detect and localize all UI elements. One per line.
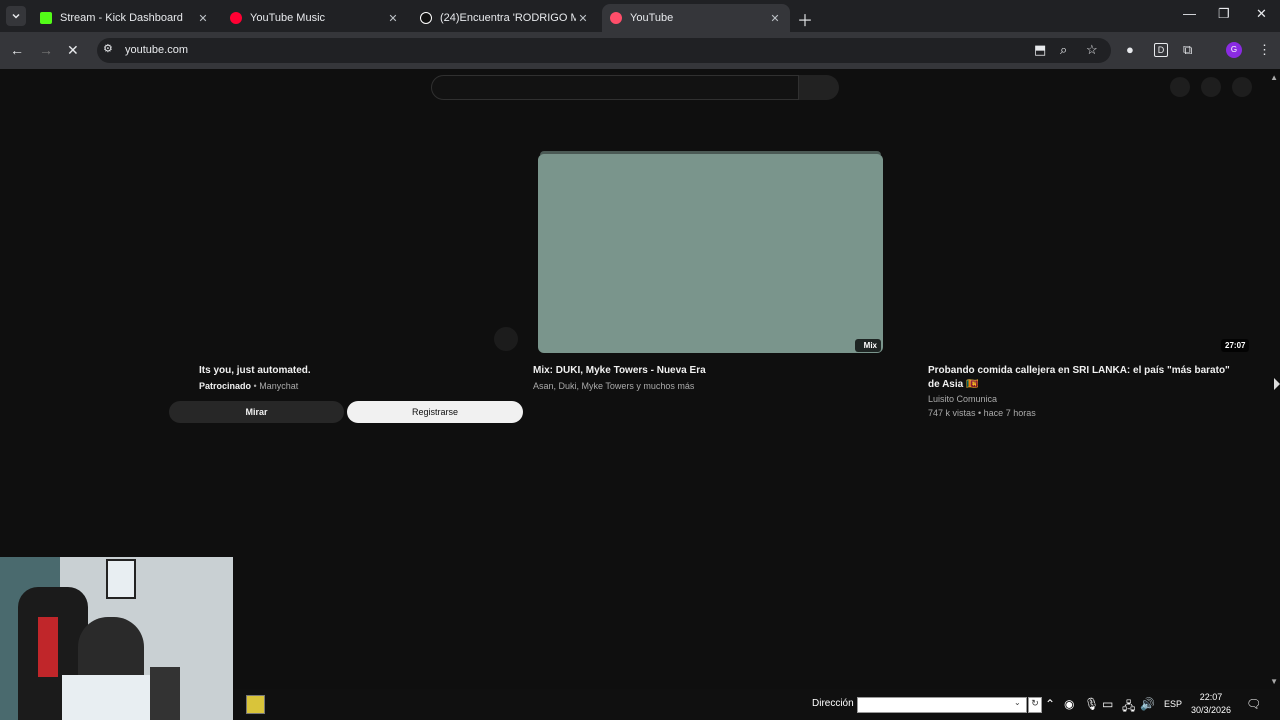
- mix-badge-text: Mix: [863, 341, 877, 350]
- power-icon[interactable]: ▭: [1102, 697, 1113, 711]
- video-thumbnail[interactable]: [538, 154, 883, 353]
- clock-time: 22:07: [1199, 692, 1223, 702]
- chevron-down-icon: [12, 13, 20, 19]
- volume-icon[interactable]: 🔊: [1140, 697, 1155, 711]
- youtube-icon: [610, 12, 622, 24]
- tab-title: Stream - Kick Dashboard: [60, 12, 183, 24]
- wall-frame: [106, 559, 136, 599]
- extension-letter: D: [1157, 45, 1165, 55]
- search-input[interactable]: [431, 75, 799, 100]
- notification-center-icon[interactable]: 🗨: [1246, 697, 1261, 711]
- video-title[interactable]: Probando comida callejera en SRI LANKA: …: [928, 364, 1238, 392]
- address-bar[interactable]: [97, 38, 1111, 63]
- tab-search-button[interactable]: [6, 6, 26, 26]
- mix-badge: Mix: [855, 339, 881, 352]
- close-icon[interactable]: ✕: [576, 12, 590, 25]
- scroll-down-arrow[interactable]: ▼: [1270, 677, 1278, 686]
- create-icon[interactable]: [1170, 77, 1190, 97]
- minimize-button[interactable]: —: [1183, 6, 1196, 21]
- loading-dot: [494, 327, 518, 351]
- chair-red-stripe: [38, 617, 58, 677]
- watch-button[interactable]: Mirar: [169, 401, 344, 423]
- video-meta[interactable]: Asan, Duki, Myke Towers y muchos más: [533, 381, 694, 391]
- new-tab-button[interactable]: ＋: [797, 7, 813, 31]
- chevron-down-icon[interactable]: ⌄: [1014, 698, 1021, 707]
- back-button[interactable]: ←: [10, 42, 24, 58]
- mouse-cursor: [1274, 378, 1280, 390]
- extensions-icon[interactable]: ⧉: [1183, 42, 1192, 58]
- record-icon[interactable]: ◉: [1064, 697, 1074, 711]
- profile-avatar[interactable]: G: [1226, 42, 1242, 58]
- close-icon[interactable]: ✕: [196, 12, 210, 25]
- zoom-icon[interactable]: ⌕: [1060, 42, 1067, 58]
- streamer-shirt: [62, 675, 152, 720]
- webcam-overlay: [0, 557, 233, 720]
- video-meta: 747 k vistas • hace 7 horas: [928, 408, 1036, 418]
- tab-kick[interactable]: Stream - Kick Dashboard ✕: [32, 4, 218, 32]
- network-icon[interactable]: 🖧: [1122, 697, 1135, 718]
- sponsored-text: Patrocinado: [199, 381, 252, 391]
- signup-button[interactable]: Registrarse: [347, 401, 523, 423]
- video-title[interactable]: Mix: DUKI, Myke Towers - Nueva Era: [533, 364, 706, 378]
- taskbar-app-icon[interactable]: [246, 695, 265, 714]
- kick-icon: [40, 12, 52, 24]
- tab-tiktok[interactable]: (24)Encuentra 'RODRIGO MORA ✕: [412, 4, 598, 32]
- language-indicator[interactable]: ESP: [1164, 699, 1182, 709]
- tab-title: (24)Encuentra 'RODRIGO MORA: [440, 12, 576, 24]
- clock-date: 30/3/2026: [1190, 705, 1232, 715]
- extension-puzzle-icon[interactable]: ●: [1126, 42, 1134, 57]
- install-app-icon[interactable]: ⬒: [1034, 42, 1046, 58]
- chevron-up-icon[interactable]: ⌃: [1045, 697, 1055, 711]
- notifications-icon[interactable]: [1201, 77, 1221, 97]
- duration-badge: 27:07: [1221, 339, 1250, 352]
- channel-name[interactable]: Luisito Comunica: [928, 394, 997, 404]
- search-button[interactable]: [799, 75, 839, 100]
- address-toolbar-label: Dirección: [812, 698, 854, 709]
- close-icon[interactable]: ✕: [768, 12, 782, 25]
- refresh-icon[interactable]: ↻: [1028, 697, 1042, 713]
- ad-sponsored-label: Patrocinado • Manychat: [199, 381, 298, 391]
- address-text[interactable]: youtube.com: [125, 44, 188, 56]
- tab-youtube[interactable]: YouTube ✕: [602, 4, 790, 32]
- address-toolbar-input[interactable]: [857, 697, 1027, 713]
- close-window-button[interactable]: ✕: [1256, 6, 1267, 22]
- scroll-up-arrow[interactable]: ▲: [1270, 73, 1278, 82]
- site-info-icon[interactable]: ⚙: [103, 42, 113, 55]
- stop-loading-button[interactable]: ✕: [67, 42, 79, 59]
- restore-button[interactable]: ❐: [1218, 6, 1230, 22]
- microphone-icon[interactable]: 🎙: [1084, 697, 1099, 711]
- tab-title: YouTube: [630, 12, 674, 24]
- ad-title[interactable]: Its you, just automated.: [199, 364, 311, 378]
- youtube-music-icon: [230, 12, 242, 24]
- bookmark-star-icon[interactable]: ☆: [1086, 42, 1098, 58]
- microphone: [150, 667, 180, 720]
- ad-advertiser: Manychat: [259, 381, 299, 391]
- tab-youtube-music[interactable]: YouTube Music ✕: [222, 4, 408, 32]
- tiktok-icon: [420, 12, 432, 24]
- extension-d-icon[interactable]: D: [1154, 43, 1168, 57]
- close-icon[interactable]: ✕: [386, 12, 400, 25]
- profile-initial: G: [1230, 45, 1238, 54]
- system-clock[interactable]: 22:07 30/3/2026: [1188, 691, 1234, 717]
- account-avatar[interactable]: [1232, 77, 1252, 97]
- menu-kebab-icon[interactable]: ⋮: [1258, 42, 1271, 58]
- forward-button[interactable]: →: [39, 42, 53, 58]
- tab-title: YouTube Music: [250, 12, 326, 24]
